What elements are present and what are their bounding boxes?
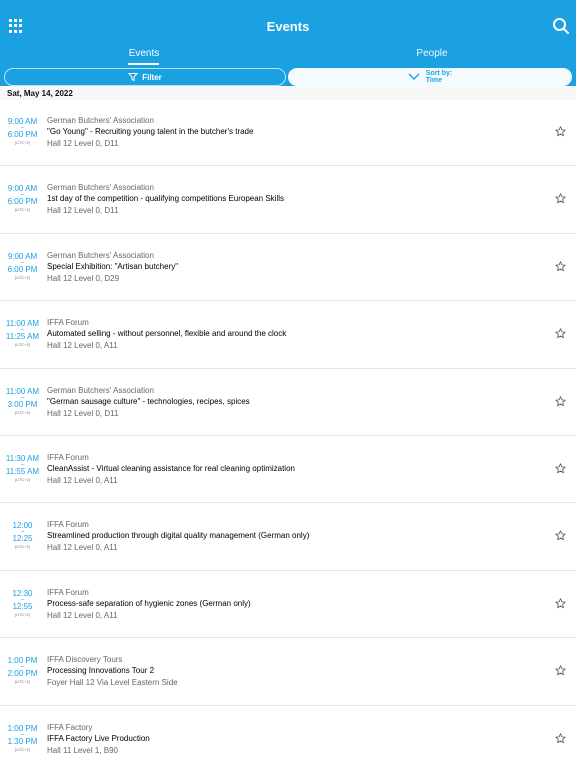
star-icon[interactable] — [555, 395, 566, 407]
event-timezone: (UTC+2) — [14, 611, 31, 617]
event-time: 9:00 AM –6:00 PM (UTC+2) — [0, 252, 45, 281]
event-title: 1st day of the competition - qualifying … — [47, 194, 285, 204]
event-time: 12:30–12:55 (UTC+2) — [0, 589, 45, 618]
sort-button[interactable]: Sort by: Time — [288, 68, 572, 86]
event-organizer: German Butchers' Association — [47, 183, 154, 193]
event-row[interactable]: 9:00 AM –6:00 PM (UTC+2) German Butchers' A… — [0, 99, 576, 167]
event-row[interactable]: 1:00 PM –2:00 PM (UTC+2) IFFA Discovery Tou… — [0, 638, 576, 706]
star-icon[interactable] — [555, 261, 566, 272]
star-icon[interactable] — [555, 665, 566, 676]
event-title: "Go Young" - Recruiting young talent in … — [47, 127, 254, 136]
star-icon[interactable] — [555, 193, 566, 204]
date-label: Sat, May 14, 2022 — [7, 89, 73, 98]
event-row[interactable]: 11:00 AM –11:25 AM (UTC+2) IFFA Forum Automa… — [0, 301, 576, 369]
star-icon[interactable] — [555, 463, 566, 474]
tab-people[interactable]: People — [288, 47, 576, 67]
event-location: Hall 12 Level 0, D11 — [47, 408, 119, 418]
event-time: 11:00 AM –3:00 PM (UTC+2) — [0, 387, 45, 416]
event-time: 1:00 PM –2:00 PM (UTC+2) — [0, 657, 45, 685]
event-title: "German sausage culture" - technologies,… — [47, 396, 250, 406]
star-icon[interactable] — [555, 328, 566, 339]
event-timezone: (UTC+2) — [14, 409, 31, 415]
search-icon[interactable] — [552, 17, 570, 35]
sort-label-group: Sort by: Time — [426, 70, 452, 84]
event-row[interactable]: 11:30 AM –11:55 AM (UTC+2) IFFA Forum CleanA… — [0, 436, 576, 504]
event-end-time: 1:30 PM — [7, 736, 38, 746]
event-organizer: German Butchers' Association — [47, 250, 154, 260]
event-organizer: IFFA Forum — [47, 318, 89, 328]
event-row[interactable]: 1:00 PM –1:30 PM (UTC+2) IFFA Factory IFFA F… — [0, 706, 576, 768]
star-icon[interactable] — [555, 598, 566, 609]
event-organizer: IFFA Forum — [47, 587, 89, 597]
event-end-time: 12:25 — [12, 534, 33, 544]
event-title: Process-safe separation of hygienic zone… — [47, 598, 251, 608]
chevron-down-icon — [408, 73, 420, 80]
event-end-time: 11:25 AM — [5, 332, 40, 342]
action-bar: Filter Sort by: Time — [0, 68, 576, 86]
event-time: 11:00 AM –11:25 AM (UTC+2) — [0, 320, 45, 348]
event-title: Processing Innovations Tour 2 — [47, 666, 155, 676]
event-timezone: (UTC+2) — [14, 342, 31, 348]
event-list: 9:00 AM –6:00 PM (UTC+2) German Butchers' A… — [0, 99, 576, 768]
funnel-icon — [128, 73, 139, 82]
event-location: Hall 12 Level 0, A11 — [47, 475, 118, 485]
event-title: CleanAssist - Virtual cleaning assistanc… — [47, 463, 295, 473]
event-timezone: (UTC+2) — [14, 207, 31, 213]
event-time: 9:00 AM –6:00 PM (UTC+2) — [0, 118, 45, 146]
event-organizer: German Butchers' Association — [47, 116, 154, 125]
event-row[interactable]: 9:00 AM –6:00 PM (UTC+2) German Butchers' A… — [0, 234, 576, 302]
event-end-time: 11:55 AM — [5, 466, 40, 476]
filter-button[interactable]: Filter — [4, 68, 286, 86]
event-title: IFFA Factory Live Production — [47, 733, 150, 743]
active-tab-indicator — [128, 63, 159, 65]
event-location: Foyer Hall 12 Via Level Eastern Side — [47, 678, 178, 688]
event-organizer: German Butchers' Association — [47, 385, 154, 395]
top-bar: Events — [0, 0, 576, 52]
event-timezone: (UTC+2) — [14, 140, 31, 145]
page-title: Events — [266, 19, 310, 34]
event-end-time: 3:00 PM — [7, 399, 38, 409]
tab-bar: Events People — [0, 47, 576, 67]
event-row[interactable]: 9:00 AM –6:00 PM (UTC+2) German Butchers' A… — [0, 166, 576, 234]
event-timezone: (UTC+2) — [14, 274, 31, 280]
event-timezone: (UTC+2) — [14, 476, 31, 482]
event-title: Automated selling - without personnel, f… — [47, 329, 287, 339]
event-location: Hall 12 Level 0, D29 — [47, 273, 120, 283]
event-end-time: 6:00 PM — [7, 197, 38, 207]
event-timezone: (UTC+2) — [14, 746, 31, 752]
event-end-time: 12:55 — [12, 601, 33, 611]
event-row[interactable]: 12:00–12:25 (UTC+2) IFFA Forum Streamlined … — [0, 503, 576, 571]
sort-value: Time — [425, 77, 442, 84]
event-organizer: IFFA Forum — [47, 452, 89, 462]
event-location: Hall 12 Level 0, D11 — [47, 206, 119, 216]
event-location: Hall 12 Level 0, D11 — [47, 139, 119, 148]
event-location: Hall 12 Level 0, A11 — [47, 610, 118, 620]
filter-label: Filter — [142, 72, 162, 82]
date-section-header: Sat, May 14, 2022 — [0, 86, 576, 100]
event-end-time: 6:00 PM — [7, 264, 38, 274]
event-time: 9:00 AM –6:00 PM (UTC+2) — [0, 185, 45, 213]
star-icon[interactable] — [555, 732, 566, 744]
event-organizer: IFFA Factory — [47, 722, 93, 732]
event-time: 12:00–12:25 (UTC+2) — [0, 522, 45, 550]
event-title: Special Exhibition: "Artisan butchery" — [47, 261, 179, 271]
star-icon[interactable] — [555, 530, 566, 541]
event-organizer: IFFA Discovery Tours — [47, 655, 123, 665]
event-time: 1:00 PM –1:30 PM (UTC+2) — [0, 724, 45, 753]
event-organizer: IFFA Forum — [47, 520, 89, 530]
event-time: 11:30 AM –11:55 AM (UTC+2) — [0, 454, 45, 483]
event-location: Hall 12 Level 0, A11 — [47, 543, 118, 553]
star-icon[interactable] — [555, 126, 566, 137]
event-row[interactable]: 12:30–12:55 (UTC+2) IFFA Forum Process-safe… — [0, 571, 576, 639]
app-header: Events Events People Filter Sort by: Tim… — [0, 0, 576, 98]
event-end-time: 6:00 PM — [7, 130, 38, 139]
event-timezone: (UTC+2) — [14, 544, 31, 550]
event-end-time: 2:00 PM — [7, 669, 38, 679]
event-title: Streamlined production through digital q… — [47, 531, 310, 541]
event-location: Hall 12 Level 0, A11 — [47, 341, 118, 351]
sort-label: Sort by: — [425, 70, 453, 77]
event-timezone: (UTC+2) — [14, 679, 31, 685]
event-location: Hall 11 Level 1, B90 — [47, 745, 119, 755]
event-row[interactable]: 11:00 AM –3:00 PM (UTC+2) German Butchers' … — [0, 369, 576, 436]
